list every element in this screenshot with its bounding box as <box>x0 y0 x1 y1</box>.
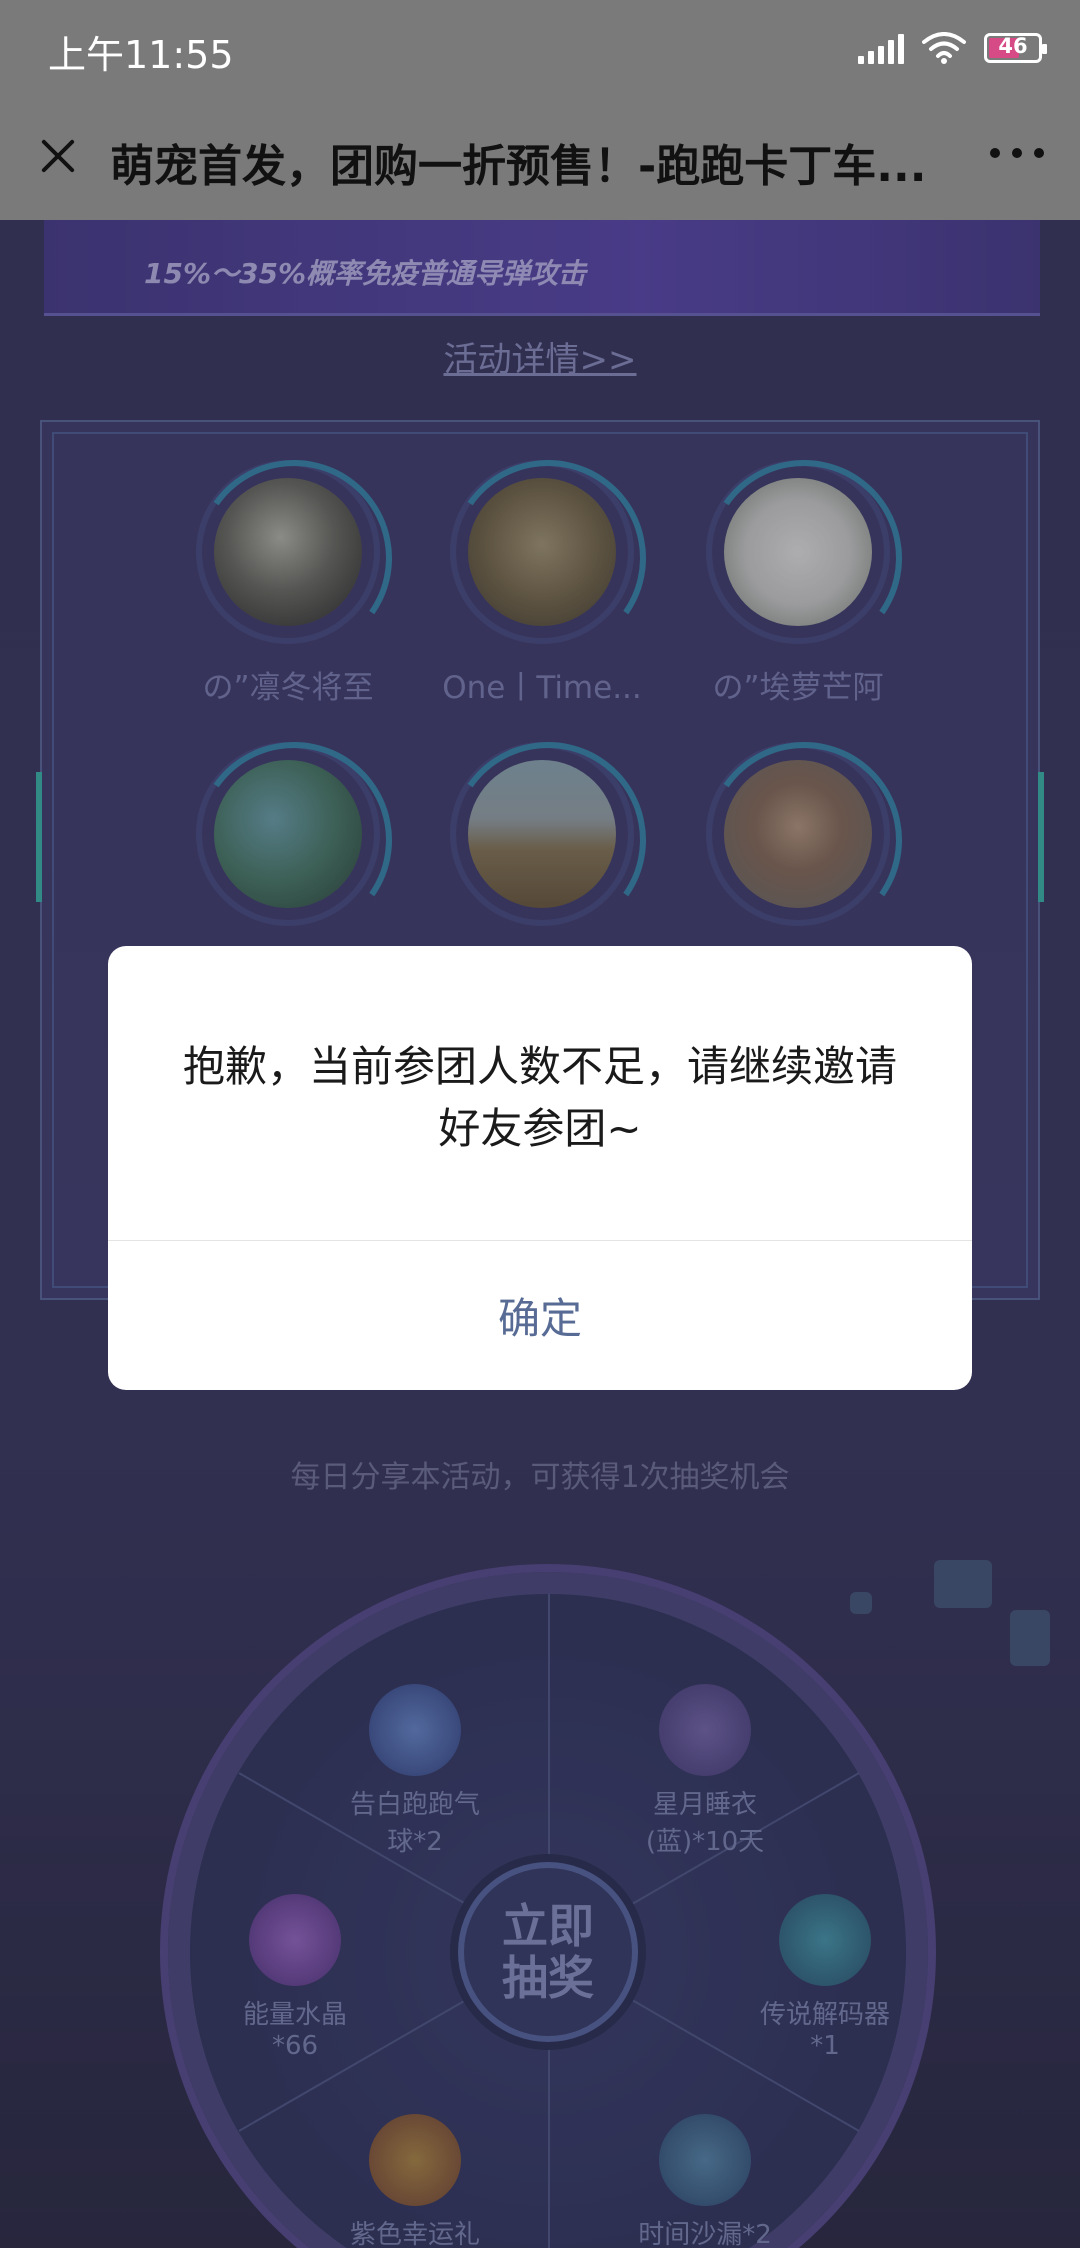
alert-dialog: 抱歉，当前参团人数不足，请继续邀请好友参团~ 确定 <box>108 946 972 1390</box>
page-title: 萌宠首发，团购一折预售！-跑跑卡丁车... <box>110 141 927 192</box>
confirm-button[interactable]: 确定 <box>108 1241 972 1390</box>
close-icon[interactable] <box>32 130 84 182</box>
title-bar: 萌宠首发，团购一折预售！-跑跑卡丁车... <box>0 96 1080 220</box>
signal-icon <box>858 32 904 64</box>
more-icon[interactable] <box>990 148 1044 158</box>
dialog-message: 抱歉，当前参团人数不足，请继续邀请好友参团~ <box>182 1042 897 1153</box>
wifi-icon <box>922 32 966 64</box>
status-icons: 46 <box>858 28 1047 68</box>
battery-icon: 46 <box>984 33 1047 63</box>
status-bar: 上午11:55 46 <box>0 0 1080 96</box>
battery-level: 46 <box>998 34 1028 58</box>
status-time: 上午11:55 <box>48 33 234 77</box>
